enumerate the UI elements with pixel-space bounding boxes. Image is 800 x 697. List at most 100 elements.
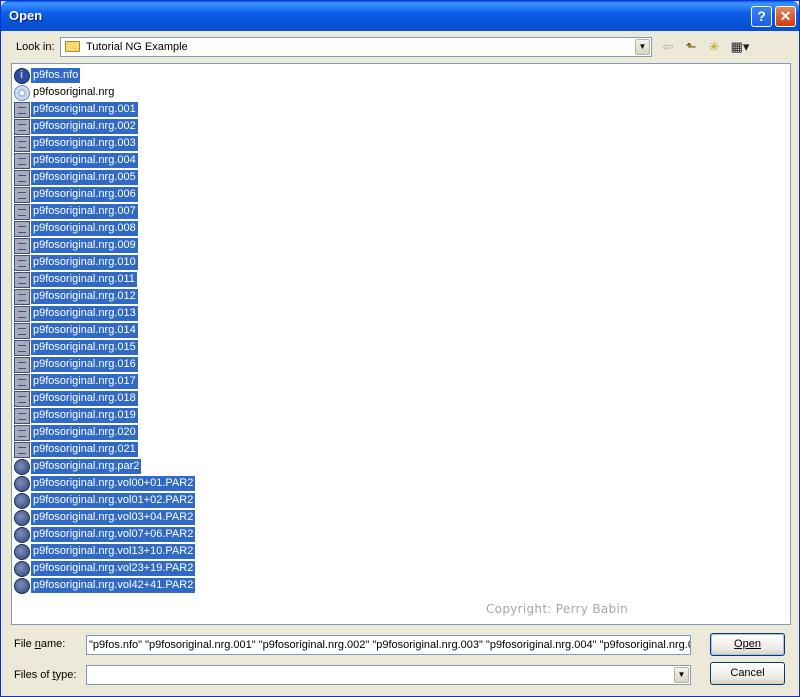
- file-name: p9fosoriginal.nrg.009: [31, 238, 138, 253]
- generic-file-icon: [14, 220, 30, 237]
- file-list-item[interactable]: p9fosoriginal.nrg.vol01+02.PAR2: [14, 492, 196, 509]
- file-list-item[interactable]: p9fosoriginal.nrg.015: [14, 339, 138, 356]
- file-list-item[interactable]: p9fosoriginal.nrg.vol13+10.PAR2: [14, 543, 196, 560]
- file-name: p9fosoriginal.nrg: [33, 86, 115, 98]
- generic-file-icon: [14, 339, 30, 356]
- file-name: p9fosoriginal.nrg.001: [31, 102, 138, 117]
- filetype-combo[interactable]: ▼: [86, 665, 691, 685]
- file-name: p9fosoriginal.nrg.002: [31, 119, 138, 134]
- file-list-item[interactable]: p9fosoriginal.nrg.par2: [14, 458, 142, 475]
- file-list-item[interactable]: p9fosoriginal.nrg.vol07+06.PAR2: [14, 526, 196, 543]
- file-name: p9fosoriginal.nrg.vol42+41.PAR2: [31, 578, 196, 593]
- file-list-item[interactable]: p9fosoriginal.nrg.017: [14, 373, 138, 390]
- generic-file-icon: [14, 441, 30, 458]
- generic-file-icon: [14, 390, 30, 407]
- copyright-watermark: Copyright: Perry Babin: [486, 602, 628, 616]
- file-list-item[interactable]: p9fosoriginal.nrg.vol42+41.PAR2: [14, 577, 196, 594]
- nrg-disc-icon: [14, 84, 30, 101]
- generic-file-icon: [14, 424, 30, 441]
- file-list-item[interactable]: p9fosoriginal.nrg.vol23+19.PAR2: [14, 560, 196, 577]
- file-name: p9fosoriginal.nrg.vol01+02.PAR2: [31, 493, 196, 508]
- file-name: p9fosoriginal.nrg.005: [31, 170, 138, 185]
- file-name: p9fosoriginal.nrg.vol13+10.PAR2: [31, 544, 196, 559]
- up-folder-icon[interactable]: ⬑: [681, 39, 701, 56]
- open-button[interactable]: Open: [710, 633, 785, 656]
- back-icon[interactable]: ⇦: [658, 39, 678, 56]
- file-name: p9fosoriginal.nrg.016: [31, 357, 138, 372]
- file-list-item[interactable]: p9fosoriginal.nrg.014: [14, 322, 138, 339]
- file-list-item[interactable]: p9fosoriginal.nrg.020: [14, 424, 138, 441]
- file-list-item[interactable]: p9fosoriginal.nrg.010: [14, 254, 138, 271]
- generic-file-icon: [14, 254, 30, 271]
- file-list-item[interactable]: p9fosoriginal.nrg.018: [14, 390, 138, 407]
- file-name: p9fosoriginal.nrg.019: [31, 408, 138, 423]
- file-name: p9fosoriginal.nrg.006: [31, 187, 138, 202]
- par2-file-icon: [14, 509, 30, 526]
- file-list-item[interactable]: p9fosoriginal.nrg.016: [14, 356, 138, 373]
- chevron-down-icon[interactable]: ▼: [635, 39, 650, 55]
- generic-file-icon: [14, 356, 30, 373]
- lookin-combo[interactable]: Tutorial NG Example ▼: [60, 37, 652, 57]
- par2-file-icon: [14, 560, 30, 577]
- close-button[interactable]: ✕: [775, 6, 796, 27]
- generic-file-icon: [14, 203, 30, 220]
- generic-file-icon: [14, 237, 30, 254]
- filename-label: File name:: [14, 638, 66, 650]
- file-list-item[interactable]: p9fosoriginal.nrg.011: [14, 271, 137, 288]
- file-list-item[interactable]: p9fosoriginal.nrg: [14, 84, 116, 101]
- file-list-item[interactable]: p9fosoriginal.nrg.001: [14, 101, 138, 118]
- help-button[interactable]: ?: [751, 6, 772, 27]
- file-list-item[interactable]: p9fosoriginal.nrg.013: [14, 305, 138, 322]
- generic-file-icon: [14, 373, 30, 390]
- generic-file-icon: [14, 169, 30, 186]
- file-list-item[interactable]: p9fosoriginal.nrg.007: [14, 203, 138, 220]
- file-list-item[interactable]: p9fosoriginal.nrg.vol00+01.PAR2: [14, 475, 196, 492]
- open-dialog: Open ? ✕ Look in: Tutorial NG Example ▼ …: [0, 0, 800, 697]
- file-name: p9fosoriginal.nrg.007: [31, 204, 138, 219]
- file-name: p9fosoriginal.nrg.020: [31, 425, 138, 440]
- lookin-label: Look in:: [16, 41, 55, 53]
- file-list-item[interactable]: p9fosoriginal.nrg.012: [14, 288, 138, 305]
- file-list-item[interactable]: p9fos.nfo: [14, 67, 81, 84]
- file-name: p9fosoriginal.nrg.014: [31, 323, 138, 338]
- file-list-item[interactable]: p9fosoriginal.nrg.019: [14, 407, 138, 424]
- file-list-item[interactable]: p9fosoriginal.nrg.002: [14, 118, 138, 135]
- file-list-item[interactable]: p9fosoriginal.nrg.004: [14, 152, 138, 169]
- filetype-label: Files of type:: [14, 669, 77, 681]
- generic-file-icon: [14, 288, 30, 305]
- cancel-button[interactable]: Cancel: [710, 662, 785, 685]
- file-list-item[interactable]: p9fosoriginal.nrg.009: [14, 237, 138, 254]
- file-list-item[interactable]: p9fosoriginal.nrg.003: [14, 135, 138, 152]
- chevron-down-icon[interactable]: ▼: [674, 667, 689, 683]
- par2-file-icon: [14, 526, 30, 543]
- generic-file-icon: [14, 135, 30, 152]
- filename-input[interactable]: "p9fos.nfo" "p9fosoriginal.nrg.001" "p9f…: [86, 635, 691, 655]
- file-name: p9fosoriginal.nrg.021: [31, 442, 138, 457]
- file-name: p9fosoriginal.nrg.018: [31, 391, 138, 406]
- file-name: p9fosoriginal.nrg.012: [31, 289, 138, 304]
- par2-file-icon: [14, 458, 30, 475]
- title-bar[interactable]: Open ? ✕: [1, 1, 799, 31]
- file-list-item[interactable]: p9fosoriginal.nrg.005: [14, 169, 138, 186]
- file-name: p9fosoriginal.nrg.017: [31, 374, 138, 389]
- file-name: p9fos.nfo: [31, 68, 81, 83]
- file-name: p9fosoriginal.nrg.013: [31, 306, 138, 321]
- file-list-item[interactable]: p9fosoriginal.nrg.008: [14, 220, 138, 237]
- par2-file-icon: [14, 475, 30, 492]
- file-name: p9fosoriginal.nrg.004: [31, 153, 138, 168]
- info-file-icon: [14, 67, 30, 84]
- file-name: p9fosoriginal.nrg.010: [31, 255, 138, 270]
- file-list-item[interactable]: p9fosoriginal.nrg.006: [14, 186, 138, 203]
- generic-file-icon: [14, 152, 30, 169]
- view-menu-icon[interactable]: ▦▾: [728, 39, 752, 56]
- file-name: p9fosoriginal.nrg.vol07+06.PAR2: [31, 527, 196, 542]
- file-name: p9fosoriginal.nrg.vol23+19.PAR2: [31, 561, 196, 576]
- generic-file-icon: [14, 186, 30, 203]
- file-list-item[interactable]: p9fosoriginal.nrg.021: [14, 441, 138, 458]
- generic-file-icon: [14, 305, 30, 322]
- new-folder-icon[interactable]: ✳: [704, 39, 724, 56]
- par2-file-icon: [14, 577, 30, 594]
- file-list-item[interactable]: p9fosoriginal.nrg.vol03+04.PAR2: [14, 509, 196, 526]
- dialog-title: Open: [9, 8, 43, 23]
- file-list[interactable]: Copyright: Perry Babin p9fos.nfo p9fosori…: [11, 63, 791, 625]
